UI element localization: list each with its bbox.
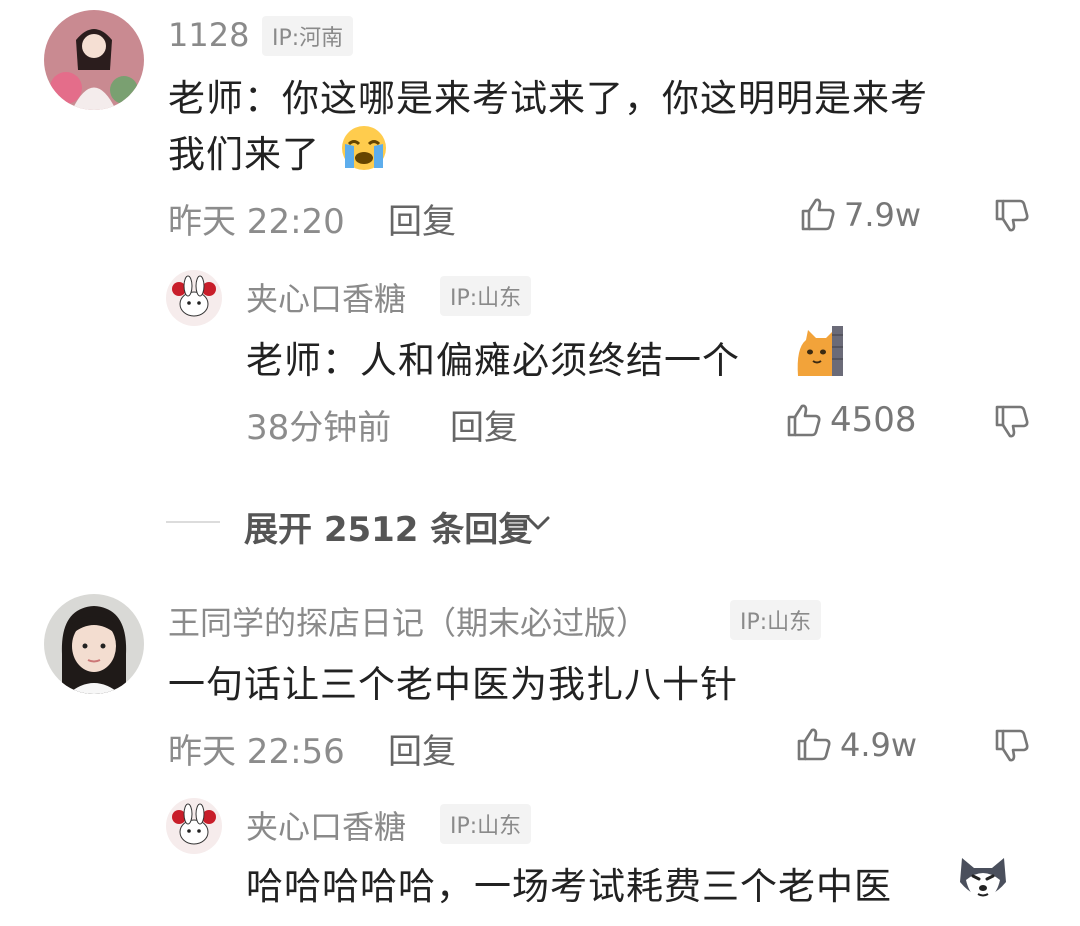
avatar[interactable] xyxy=(44,10,144,110)
thumbs-up-icon[interactable] xyxy=(800,196,836,232)
reply-text: 哈哈哈哈哈，一场考试耗费三个老中医 xyxy=(246,865,892,908)
divider xyxy=(166,521,220,523)
crying-emoji-icon xyxy=(338,124,390,172)
ip-tag: IP:河南 xyxy=(262,16,354,56)
comment-time: 昨天 22:20 xyxy=(168,202,345,242)
reply-button[interactable]: 回复 xyxy=(388,724,456,773)
like-count: 4.9w xyxy=(840,726,918,764)
thumbs-up-icon[interactable] xyxy=(796,726,832,762)
comment-text-line2: 我们来了 xyxy=(168,133,320,176)
expand-replies-button[interactable]: 展开 2512 条回复 xyxy=(244,502,532,551)
thumbs-down-icon[interactable] xyxy=(994,198,1030,234)
like-count: 4508 xyxy=(830,400,917,440)
username[interactable]: 1128 xyxy=(168,16,249,54)
reply-text: 老师：人和偏瘫必须终结一个 xyxy=(246,339,740,382)
reply-button[interactable]: 回复 xyxy=(450,400,518,449)
thumbs-down-icon[interactable] xyxy=(994,728,1030,764)
thumbs-up-icon[interactable] xyxy=(786,402,822,438)
thumbs-down-icon[interactable] xyxy=(994,404,1030,440)
ip-tag: IP:山东 xyxy=(730,600,822,640)
peeking-cat-icon xyxy=(796,326,844,376)
username[interactable]: 王同学的探店日记（期末必过版） xyxy=(168,598,648,644)
chevron-down-icon[interactable] xyxy=(524,512,552,534)
comment-time: 昨天 22:56 xyxy=(168,732,345,772)
like-count: 7.9w xyxy=(844,196,922,234)
avatar[interactable] xyxy=(166,270,222,326)
comment-text: 一句话让三个老中医为我扎八十针 xyxy=(168,663,738,706)
reply-button[interactable]: 回复 xyxy=(388,194,456,243)
ip-tag: IP:山东 xyxy=(440,276,532,316)
reply-time: 38分钟前 xyxy=(246,408,392,448)
username[interactable]: 夹心口香糖 xyxy=(246,274,406,320)
ip-tag: IP:山东 xyxy=(440,804,532,844)
comment-text-line1: 老师：你这哪是来考试来了，你这明明是来考 xyxy=(168,77,928,120)
avatar[interactable] xyxy=(44,594,144,694)
avatar[interactable] xyxy=(166,798,222,854)
username[interactable]: 夹心口香糖 xyxy=(246,802,406,848)
husky-icon xyxy=(956,852,1010,904)
